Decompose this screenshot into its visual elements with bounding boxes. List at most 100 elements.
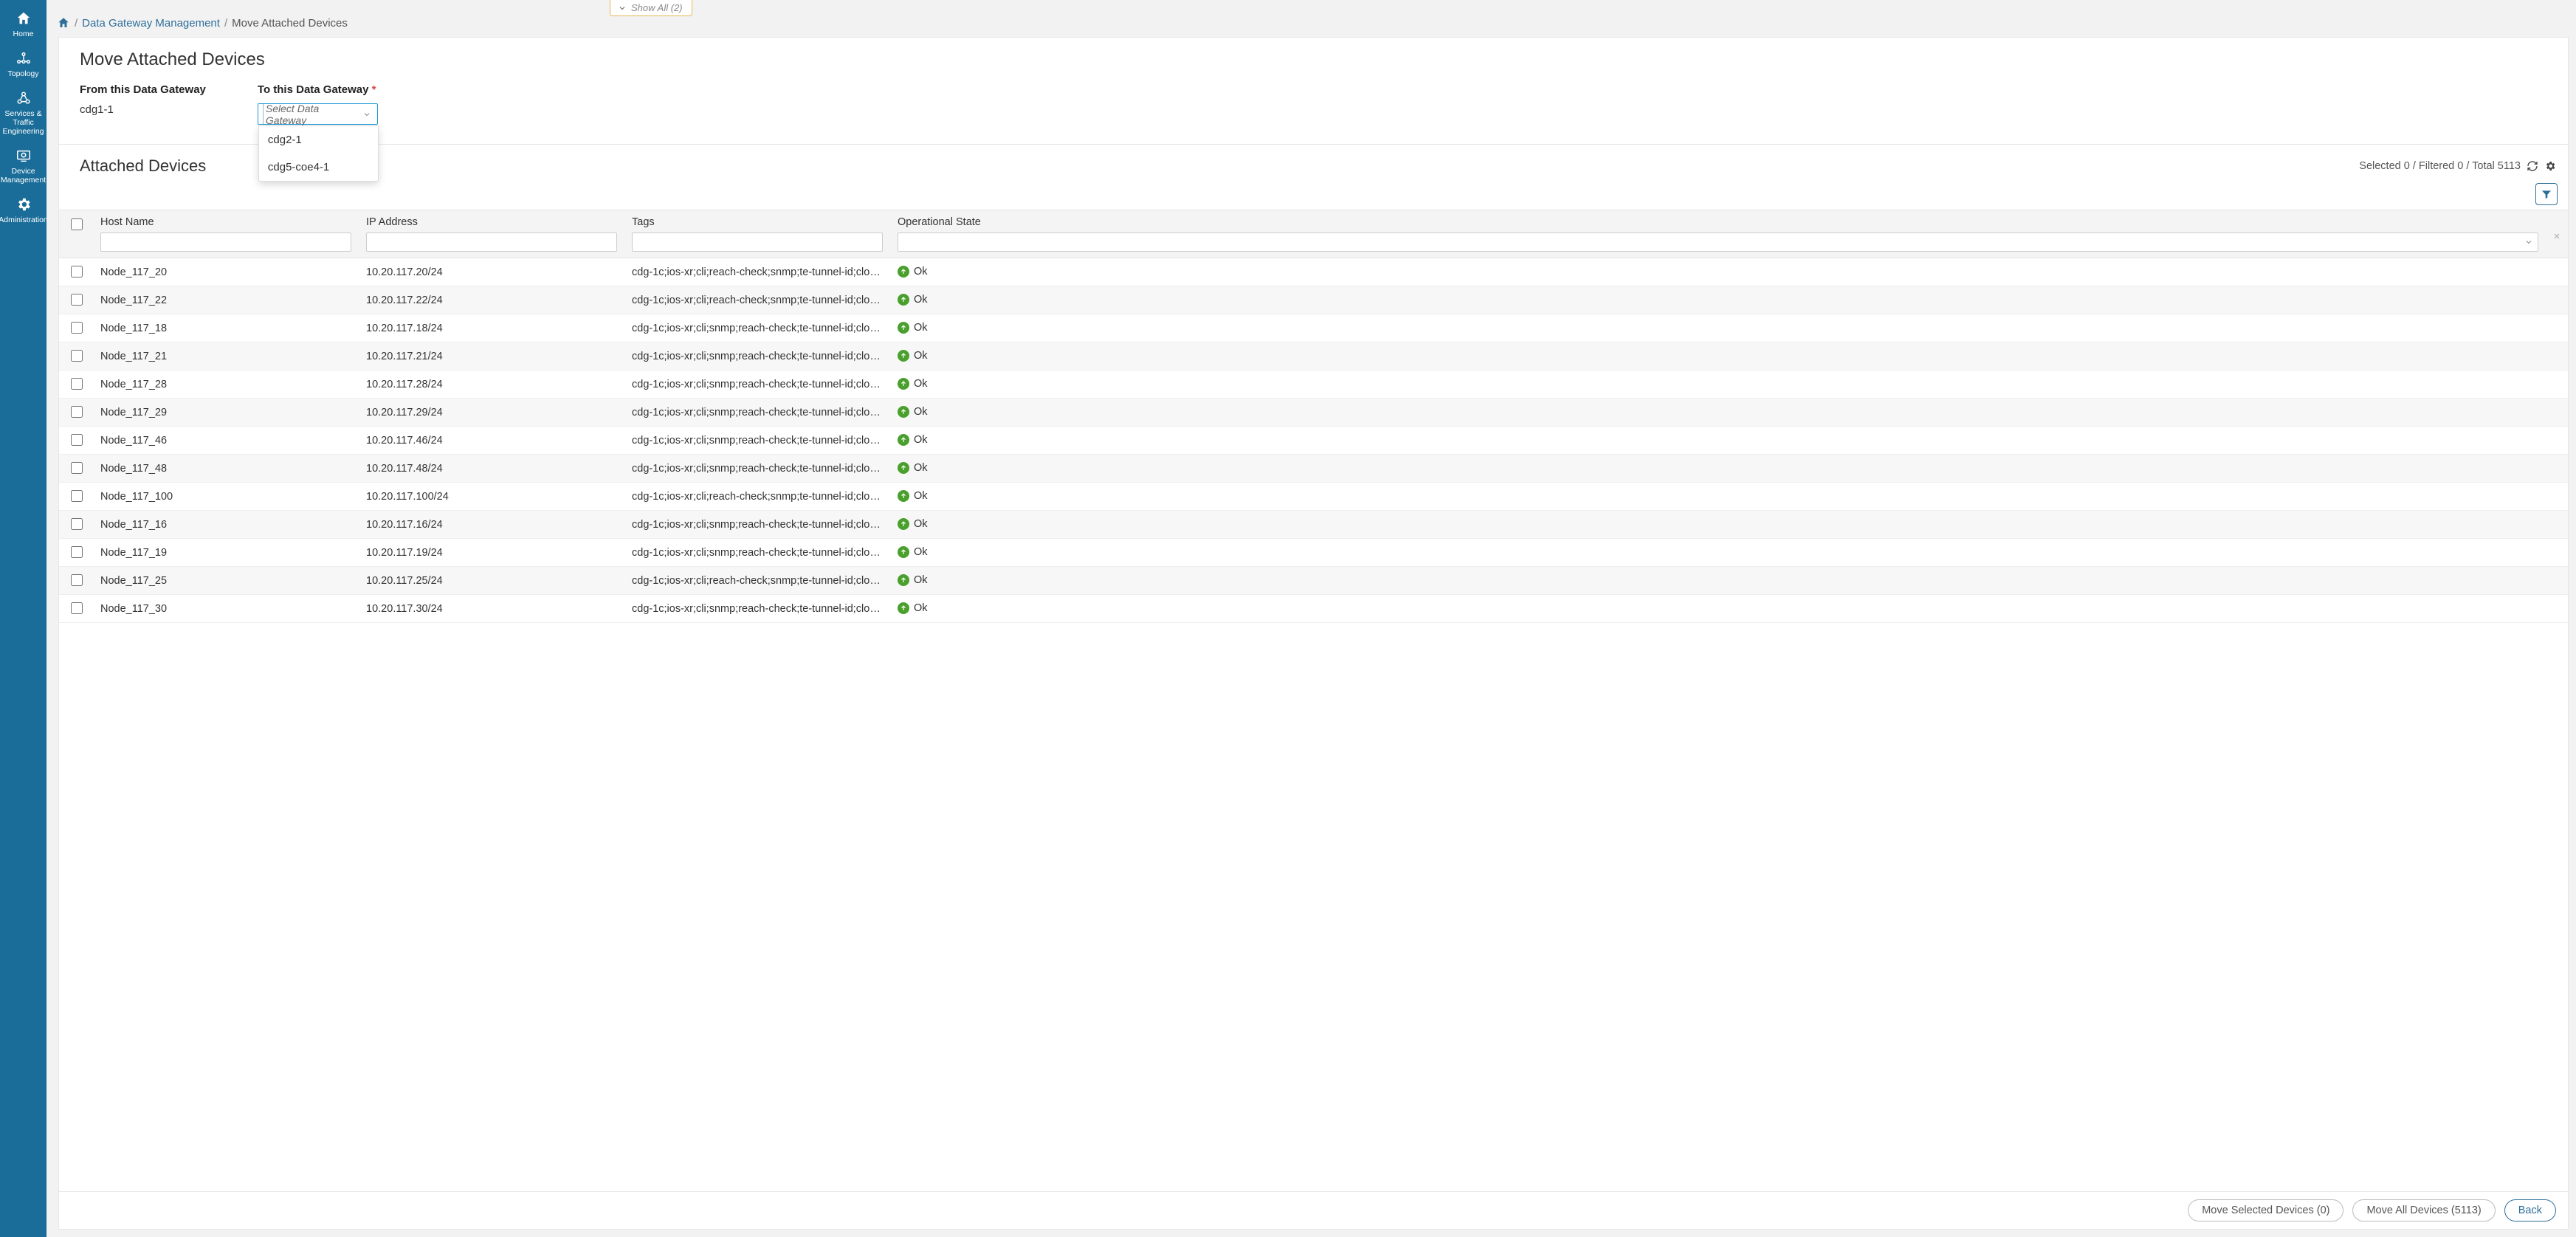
gear-icon[interactable] (2544, 160, 2556, 172)
to-gateway-option[interactable]: cdg5-coe4-1 (259, 154, 378, 181)
cell-ip: 10.20.117.19/24 (359, 539, 624, 567)
cell-state: Ok (890, 539, 2568, 567)
to-gateway-select[interactable]: Select Data Gateway cdg2-1 cdg5-coe4-1 (258, 103, 378, 125)
cell-host: Node_117_29 (93, 399, 359, 427)
row-checkbox[interactable] (71, 518, 83, 530)
filter-button[interactable] (2535, 183, 2558, 205)
sidebar-item-home[interactable]: Home (0, 4, 47, 44)
to-gateway-label: To this Data Gateway * (258, 83, 378, 96)
cell-host: Node_117_18 (93, 314, 359, 342)
cell-tags: cdg-1c;ios-xr;cli;reach-check;snmp;te-tu… (624, 286, 890, 314)
cell-ip: 10.20.117.30/24 (359, 595, 624, 623)
home-icon[interactable] (57, 16, 70, 30)
sidebar-item-label: Topology (7, 69, 38, 78)
row-checkbox[interactable] (71, 434, 83, 446)
footer: Move Selected Devices (0) Move All Devic… (59, 1191, 2568, 1229)
close-icon (2552, 232, 2561, 241)
status-ok-icon (898, 490, 909, 502)
filter-select-state[interactable] (898, 232, 2538, 252)
from-gateway-value: cdg1-1 (80, 103, 206, 116)
filter-input-ip[interactable] (366, 232, 617, 252)
sidebar-item-topology[interactable]: Topology (0, 44, 47, 84)
col-tags[interactable]: Tags (624, 210, 890, 258)
cell-tags: cdg-1c;ios-xr;cli;snmp;reach-check;te-tu… (624, 511, 890, 539)
cell-tags: cdg-1c;ios-xr;cli;snmp;reach-check;te-tu… (624, 314, 890, 342)
row-checkbox[interactable] (71, 350, 83, 362)
required-asterisk: * (372, 83, 376, 96)
cell-host: Node_117_46 (93, 427, 359, 455)
move-all-button[interactable]: Move All Devices (5113) (2352, 1199, 2495, 1222)
cell-host: Node_117_21 (93, 342, 359, 371)
table-row: Node_117_2210.20.117.22/24cdg-1c;ios-xr;… (59, 286, 2568, 314)
sidebar-item-label: Home (13, 30, 33, 38)
main-region: Show All (2) / Data Gateway Management /… (47, 0, 2576, 1237)
status-ok-icon (898, 518, 909, 530)
row-checkbox[interactable] (71, 462, 83, 474)
sidebar-item-services[interactable]: Services & Traffic Engineering (0, 84, 47, 142)
move-selected-button[interactable]: Move Selected Devices (0) (2188, 1199, 2343, 1222)
sidebar-item-device-management[interactable]: Device Management (0, 142, 47, 190)
cell-state: Ok (890, 314, 2568, 342)
cell-tags: cdg-1c;ios-xr;cli;snmp;reach-check;te-tu… (624, 342, 890, 371)
status-ok-icon (898, 350, 909, 362)
cell-ip: 10.20.117.48/24 (359, 455, 624, 483)
row-checkbox[interactable] (71, 294, 83, 306)
table-row: Node_117_1910.20.117.19/24cdg-1c;ios-xr;… (59, 539, 2568, 567)
status-ok-icon (898, 434, 909, 446)
device-table-body: Node_117_2010.20.117.20/24cdg-1c;ios-xr;… (59, 258, 2568, 623)
content-card: Move Attached Devices From this Data Gat… (58, 37, 2569, 1230)
row-checkbox[interactable] (71, 406, 83, 418)
breadcrumb-link-parent[interactable]: Data Gateway Management (82, 17, 220, 30)
col-select (59, 210, 93, 258)
cell-ip: 10.20.117.21/24 (359, 342, 624, 371)
table-row: Node_117_1610.20.117.16/24cdg-1c;ios-xr;… (59, 511, 2568, 539)
cell-tags: cdg-1c;ios-xr;cli;reach-check;snmp;te-tu… (624, 483, 890, 511)
gear-icon (16, 196, 32, 213)
select-all-checkbox[interactable] (71, 218, 83, 230)
row-checkbox[interactable] (71, 322, 83, 334)
filter-input-host[interactable] (100, 232, 351, 252)
col-host[interactable]: Host Name (93, 210, 359, 258)
to-gateway-option[interactable]: cdg2-1 (259, 126, 378, 154)
table-row: Node_117_2110.20.117.21/24cdg-1c;ios-xr;… (59, 342, 2568, 371)
cell-state: Ok (890, 342, 2568, 371)
row-checkbox[interactable] (71, 574, 83, 586)
top-strip: Show All (2) (47, 0, 2576, 15)
cell-tags: cdg-1c;ios-xr;cli;snmp;reach-check;te-tu… (624, 399, 890, 427)
clear-filter-button[interactable] (2549, 227, 2565, 246)
table-row: Node_117_10010.20.117.100/24cdg-1c;ios-x… (59, 483, 2568, 511)
cell-ip: 10.20.117.25/24 (359, 567, 624, 595)
status-ok-icon (898, 378, 909, 390)
status-ok-icon (898, 406, 909, 418)
filter-input-tags[interactable] (632, 232, 883, 252)
chevron-down-icon (362, 110, 371, 119)
table-toolbar (59, 183, 2568, 210)
gateway-form: From this Data Gateway cdg1-1 To this Da… (59, 83, 2568, 145)
sidebar-item-administration[interactable]: Administration (0, 190, 47, 230)
cell-host: Node_117_19 (93, 539, 359, 567)
show-all-pill[interactable]: Show All (2) (610, 0, 692, 16)
cell-tags: cdg-1c;ios-xr;cli;snmp;reach-check;te-tu… (624, 427, 890, 455)
device-table-wrapper: Host Name IP Address Tags Operation (59, 210, 2568, 1191)
cell-tags: cdg-1c;ios-xr;cli;snmp;reach-check;te-tu… (624, 455, 890, 483)
refresh-icon[interactable] (2527, 160, 2538, 172)
col-operational-state[interactable]: Operational State (890, 210, 2546, 258)
filter-icon (2541, 188, 2552, 200)
col-ip[interactable]: IP Address (359, 210, 624, 258)
row-checkbox[interactable] (71, 546, 83, 558)
cell-state: Ok (890, 427, 2568, 455)
show-all-count: (2) (671, 2, 683, 13)
row-checkbox[interactable] (71, 602, 83, 614)
sidebar-item-label: Services & Traffic Engineering (1, 109, 45, 136)
home-icon (16, 10, 32, 27)
row-checkbox[interactable] (71, 378, 83, 390)
cell-ip: 10.20.117.28/24 (359, 371, 624, 399)
cell-host: Node_117_28 (93, 371, 359, 399)
back-button[interactable]: Back (2504, 1199, 2556, 1222)
cell-tags: cdg-1c;ios-xr;cli;reach-check;snmp;te-tu… (624, 567, 890, 595)
row-checkbox[interactable] (71, 266, 83, 278)
cell-host: Node_117_30 (93, 595, 359, 623)
row-checkbox[interactable] (71, 490, 83, 502)
cell-state: Ok (890, 567, 2568, 595)
cell-state: Ok (890, 258, 2568, 286)
